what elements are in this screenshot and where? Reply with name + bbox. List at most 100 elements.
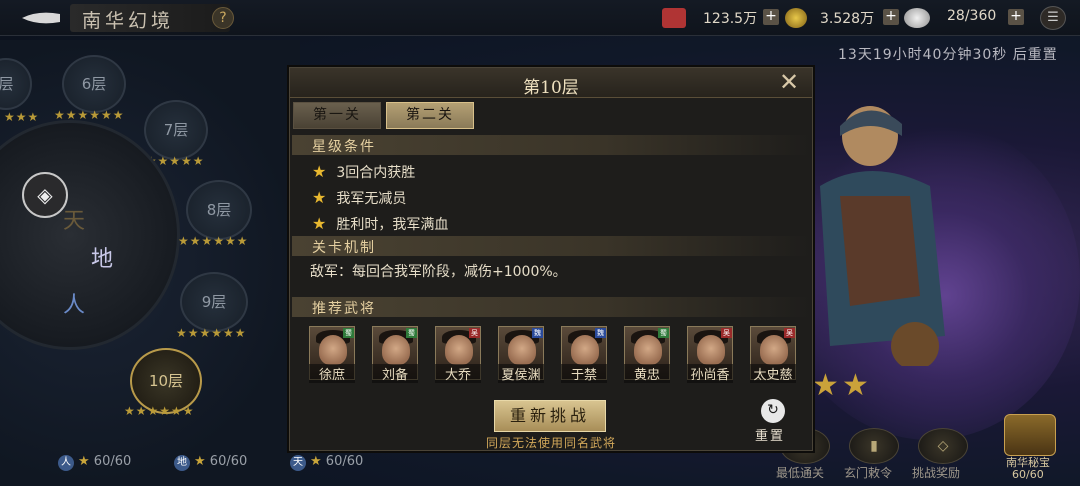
hero-portrait [571, 335, 599, 365]
hero-portrait [382, 335, 410, 365]
star-conditions-header: 星级条件 [292, 135, 810, 155]
star-icon: ★ [312, 162, 327, 181]
reset-label: 重置 [755, 429, 786, 444]
hero-name: 孙尚香 [687, 364, 733, 383]
condition-text: 胜利时，我军满血 [336, 217, 449, 233]
close-icon[interactable]: ✕ [776, 70, 802, 95]
menu-icon[interactable]: ☰ [1040, 6, 1066, 30]
realm-switch-icon[interactable]: ◈ [22, 172, 68, 218]
page-title: 南华幻境 [82, 10, 175, 32]
faction-badge: 蜀 [343, 328, 354, 338]
heaven-badge: 天 [290, 455, 306, 471]
condition-2: ★ 我军无减员 [312, 188, 406, 208]
hero-portrait [760, 335, 788, 365]
coin-value: 3.528万 [820, 11, 875, 27]
hero-portrait [508, 335, 536, 365]
retry-note: 同层无法使用同名武将 [485, 436, 616, 450]
faction-badge: 蜀 [658, 328, 669, 338]
floor-dialog: 第10层 ✕ 第一关 第二关 星级条件 ★ 3回合内获胜 ★ 我军无减员 ★ 胜利时，… [289, 67, 813, 451]
copper-icon [662, 8, 686, 28]
decree-label: 玄门敕令 [844, 466, 893, 480]
tally-value: 60/60 [209, 454, 248, 469]
challenge-reward-label: 挑战奖励 [912, 466, 961, 480]
floor-label: 7层 [163, 121, 189, 139]
wheel-heaven: 天 [63, 209, 86, 234]
coin-icon [785, 8, 807, 28]
condition-text: 3回合内获胜 [336, 165, 416, 181]
stamina-value: 28/360 [947, 8, 997, 24]
hero-name: 黄忠 [624, 364, 670, 383]
faction-badge: 吴 [469, 328, 480, 338]
hero-name: 太史慈 [750, 364, 796, 383]
treasure-chest-icon[interactable] [1004, 414, 1056, 456]
human-badge: 人 [58, 455, 74, 471]
condition-3: ★ 胜利时，我军满血 [312, 214, 448, 234]
add-stamina-button[interactable]: + [1008, 9, 1024, 25]
retry-button[interactable]: 重新挑战 [494, 400, 606, 432]
section-label: 关卡机制 [312, 240, 376, 256]
stamina-icon [904, 8, 930, 28]
dialog-header: 第10层 ✕ [290, 68, 812, 98]
hero-portrait [697, 335, 725, 365]
star-icon: ★ [312, 188, 327, 207]
floor-label: 层 [0, 75, 14, 93]
floor-9-stars: ★★★★★★ [176, 326, 247, 340]
hero-name: 于禁 [561, 364, 607, 383]
floor-8-stars: ★★★★★★ [178, 234, 249, 248]
boss-portrait [820, 106, 945, 366]
boss-star-icon: ★ [842, 368, 869, 403]
tally-value: 60/60 [325, 454, 364, 469]
dialog-title: 第10层 [523, 78, 579, 98]
mechanism-text: 敌军：每回合我军阶段，减伤+1000%。 [310, 264, 567, 280]
mechanism-header: 关卡机制 [292, 236, 810, 256]
floor-10-stars: ★★★★★★ [124, 404, 195, 418]
hero-name: 夏侯渊 [498, 364, 544, 383]
decree-button[interactable]: ▮ [849, 428, 899, 464]
tally-value: 60/60 [93, 454, 132, 469]
wheel-human: 人 [63, 293, 86, 318]
faction-badge: 蜀 [406, 328, 417, 338]
copper-value: 123.5万 [703, 11, 758, 27]
reset-icon[interactable]: ↻ [761, 399, 785, 423]
floor-label: 9层 [201, 293, 227, 311]
reset-timer: 13天19小时40分钟30秒 后重置 [838, 47, 1058, 63]
floor-label: 10层 [148, 372, 184, 390]
recommended-heroes-header: 推荐武将 [292, 297, 810, 317]
floor-6[interactable]: 6层 [62, 55, 126, 113]
lowest-clear-label: 最低通关 [776, 466, 825, 480]
floor-8[interactable]: 8层 [186, 180, 252, 240]
star-icon: ★ [312, 214, 327, 233]
chest-count: 60/60 [1012, 468, 1044, 481]
tally-human: 人 ★ 60/60 [58, 454, 131, 471]
faction-badge: 魏 [532, 328, 543, 338]
boss-star-icon: ★ [812, 368, 839, 403]
hero-portrait [319, 335, 347, 365]
wheel-earth: 地 [91, 247, 114, 272]
tally-earth: 地 ★ 60/60 [174, 454, 247, 471]
condition-1: ★ 3回合内获胜 [312, 162, 415, 182]
hero-name: 徐庶 [309, 364, 355, 383]
tab-stage-1[interactable]: 第一关 [293, 102, 381, 129]
back-arrow-icon[interactable] [18, 8, 64, 28]
floor-7[interactable]: 7层 [144, 100, 208, 160]
faction-badge: 吴 [784, 328, 795, 338]
tab-stage-2[interactable]: 第二关 [386, 102, 474, 129]
add-coin-button[interactable]: + [883, 9, 899, 25]
hero-portrait [445, 335, 473, 365]
question-icon[interactable]: ? [212, 7, 234, 29]
floor-label: 6层 [81, 75, 107, 93]
floor-label: 8层 [206, 201, 232, 219]
hero-portrait [634, 335, 662, 365]
hero-name: 刘备 [372, 364, 418, 383]
earth-badge: 地 [174, 455, 190, 471]
hero-name: 大乔 [435, 364, 481, 383]
challenge-reward-button[interactable]: ◇ [918, 428, 968, 464]
section-label: 推荐武将 [312, 301, 376, 317]
floor-stars: ★★★ [4, 110, 40, 124]
top-bar: 南华幻境 ? 123.5万 + 3.528万 + 28/360 + ☰ [0, 0, 1080, 36]
faction-badge: 魏 [595, 328, 606, 338]
section-label: 星级条件 [312, 139, 376, 155]
floor-9[interactable]: 9层 [180, 272, 248, 332]
add-copper-button[interactable]: + [763, 9, 779, 25]
tally-heaven: 天 ★ 60/60 [290, 454, 363, 471]
